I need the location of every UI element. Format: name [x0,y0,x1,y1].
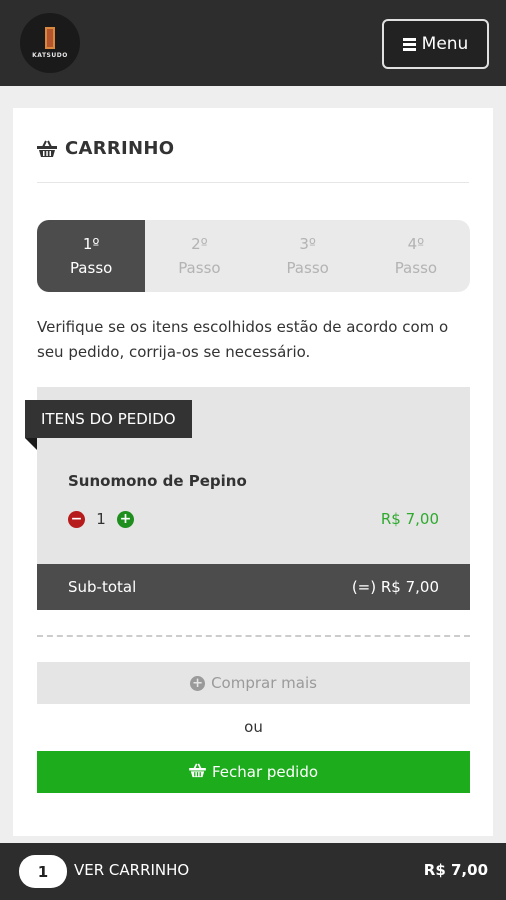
header-divider [37,182,469,183]
step-label: Passo [394,259,438,277]
checkout-label: Fechar pedido [211,763,319,781]
menu-button-label: Menu [421,34,469,54]
order-tag-fold [25,438,37,450]
step-1[interactable]: 1º Passo [37,220,146,292]
cart-total: R$ 7,00 [423,861,488,879]
cart-header: CARRINHO [37,138,174,159]
increase-quantity-button[interactable]: + [117,510,134,528]
step-3[interactable]: 3º Passo [254,220,362,292]
checkout-steps: 1º Passo 2º Passo 3º Passo 4º Passo [37,220,470,292]
bottom-cart-bar[interactable]: 1 VER CARRINHO R$ 7,00 [0,843,506,900]
subtotal-label: Sub-total [68,578,137,596]
logo-tower-icon [45,27,55,49]
item-price: R$ 7,00 [380,510,439,528]
item-quantity: 1 [96,510,106,528]
or-separator: ou [244,718,263,736]
quantity-stepper: − 1 + [68,510,134,528]
step-2[interactable]: 2º Passo [145,220,253,292]
cart-count-badge: 1 [19,855,67,888]
step-number: 4º [407,235,425,253]
step-number: 1º [82,235,100,253]
dashed-divider [37,635,470,637]
step-label: Passo [178,259,221,277]
item-name: Sunomono de Pepino [68,472,247,490]
step-label: Passo [69,259,113,277]
cart-instructions: Verifique se os itens escolhidos estão d… [37,318,449,361]
buy-more-button[interactable]: + Comprar mais [37,662,470,704]
top-navbar: KATSUDO Menu [0,0,506,86]
buy-more-label: Comprar mais [211,674,317,692]
logo-text: KATSUDO [32,52,68,59]
basket-icon [189,762,206,782]
step-number: 2º [191,235,208,253]
subtotal-bar: Sub-total (=) R$ 7,00 [37,564,470,610]
step-label: Passo [286,259,329,277]
menu-button[interactable]: Menu [382,19,489,69]
view-cart-label: VER CARRINHO [74,861,190,879]
page-title: CARRINHO [65,138,175,159]
basket-icon [37,140,57,158]
step-4[interactable]: 4º Passo [362,220,470,292]
checkout-button[interactable]: Fechar pedido [37,751,470,793]
plus-circle-icon: + [190,675,206,691]
subtotal-value: (=) R$ 7,00 [351,578,439,596]
step-number: 3º [299,235,316,253]
order-items-tag: ITENS DO PEDIDO [25,400,192,438]
hamburger-icon [402,37,416,51]
brand-logo[interactable]: KATSUDO [20,13,80,73]
decrease-quantity-button[interactable]: − [68,510,85,528]
